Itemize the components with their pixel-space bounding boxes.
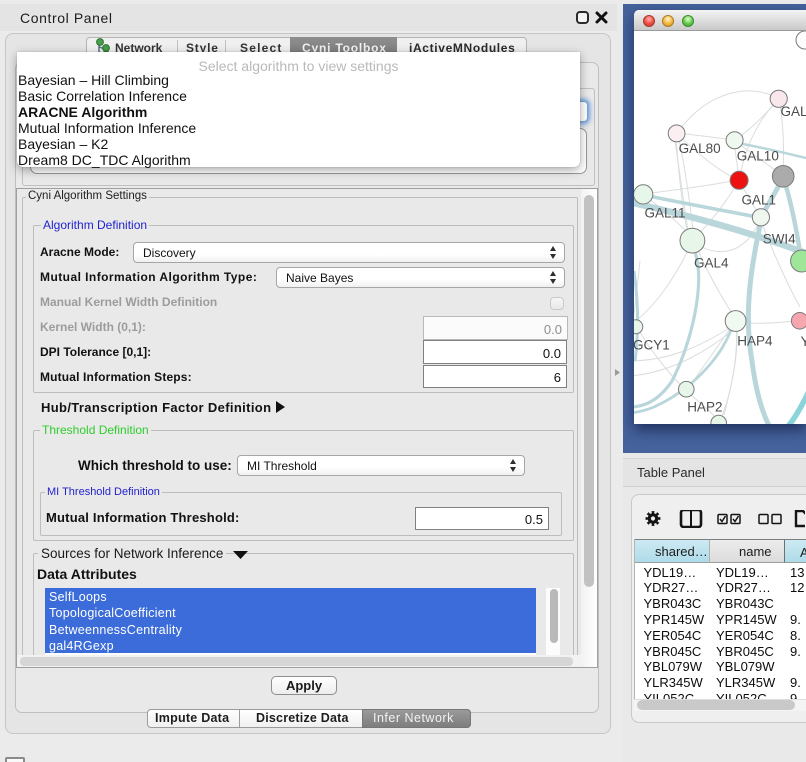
svg-text:GAL10: GAL10 bbox=[737, 148, 779, 163]
svg-text:Y: Y bbox=[801, 334, 806, 349]
svg-text:GAL4: GAL4 bbox=[694, 256, 729, 271]
svg-text:HAP4: HAP4 bbox=[737, 333, 773, 348]
svg-text:SWI4: SWI4 bbox=[763, 232, 796, 247]
svg-text:GAL80: GAL80 bbox=[679, 141, 721, 156]
svg-text:GAL7: GAL7 bbox=[781, 104, 806, 119]
svg-text:HAP2: HAP2 bbox=[687, 400, 722, 415]
svg-text:GAL1: GAL1 bbox=[742, 192, 777, 207]
svg-text:GAL11: GAL11 bbox=[645, 205, 686, 220]
svg-text:GCY1: GCY1 bbox=[634, 337, 670, 352]
